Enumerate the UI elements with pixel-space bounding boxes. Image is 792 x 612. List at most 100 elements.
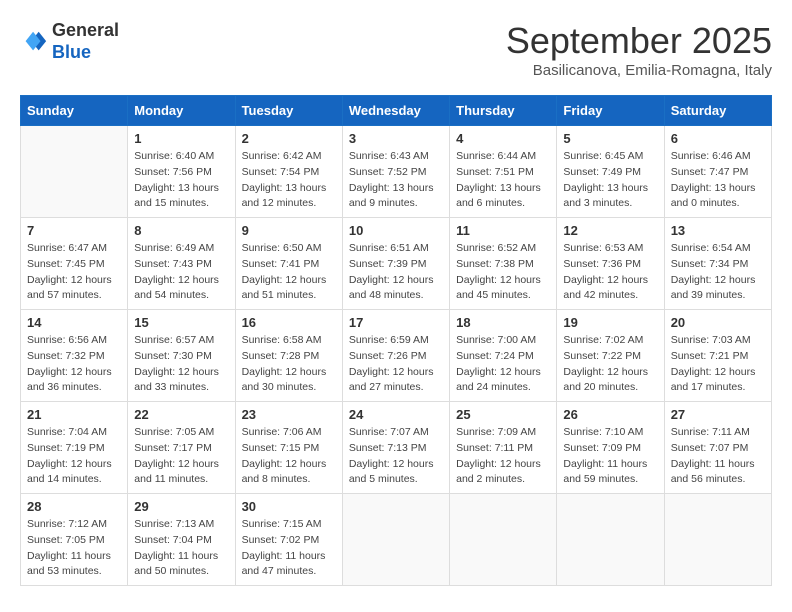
calendar-cell: 17 Sunrise: 6:59 AMSunset: 7:26 PMDayligh… [342, 310, 449, 402]
calendar-cell: 26 Sunrise: 7:10 AMSunset: 7:09 PMDayligh… [557, 402, 664, 494]
calendar-cell: 13 Sunrise: 6:54 AMSunset: 7:34 PMDayligh… [664, 218, 771, 310]
day-number: 27 [671, 407, 765, 422]
logo-blue: Blue [52, 42, 119, 64]
day-number: 8 [134, 223, 228, 238]
day-number: 10 [349, 223, 443, 238]
calendar-cell: 9Sunrise: 6:50 AMSunset: 7:41 PMDaylight… [235, 218, 342, 310]
month-title: September 2025 [506, 20, 772, 62]
day-info: Sunrise: 7:09 AMSunset: 7:11 PMDaylight:… [456, 425, 550, 488]
calendar-cell [557, 494, 664, 586]
day-number: 5 [563, 131, 657, 146]
day-info: Sunrise: 7:07 AMSunset: 7:13 PMDaylight:… [349, 425, 443, 488]
day-info: Sunrise: 6:59 AMSunset: 7:26 PMDaylight:… [349, 333, 443, 396]
day-info: Sunrise: 6:53 AMSunset: 7:36 PMDaylight:… [563, 241, 657, 304]
week-row-5: 28 Sunrise: 7:12 AMSunset: 7:05 PMDayligh… [21, 494, 772, 586]
day-number: 4 [456, 131, 550, 146]
day-number: 21 [27, 407, 121, 422]
day-number: 20 [671, 315, 765, 330]
day-info: Sunrise: 7:11 AMSunset: 7:07 PMDaylight:… [671, 425, 765, 488]
calendar-cell: 14 Sunrise: 6:56 AMSunset: 7:32 PMDayligh… [21, 310, 128, 402]
day-number: 17 [349, 315, 443, 330]
day-info: Sunrise: 6:56 AMSunset: 7:32 PMDaylight:… [27, 333, 121, 396]
day-number: 25 [456, 407, 550, 422]
day-info: Sunrise: 7:12 AMSunset: 7:05 PMDaylight:… [27, 517, 121, 580]
logo-general: General [52, 20, 119, 42]
calendar-cell: 12Sunrise: 6:53 AMSunset: 7:36 PMDayligh… [557, 218, 664, 310]
calendar-cell: 5Sunrise: 6:45 AMSunset: 7:49 PMDaylight… [557, 126, 664, 218]
day-number: 14 [27, 315, 121, 330]
day-header-thursday: Thursday [450, 96, 557, 126]
day-info: Sunrise: 6:46 AMSunset: 7:47 PMDaylight:… [671, 149, 765, 212]
day-number: 13 [671, 223, 765, 238]
day-info: Sunrise: 7:05 AMSunset: 7:17 PMDaylight:… [134, 425, 228, 488]
calendar-cell: 20 Sunrise: 7:03 AMSunset: 7:21 PMDayligh… [664, 310, 771, 402]
calendar-cell: 23 Sunrise: 7:06 AMSunset: 7:15 PMDayligh… [235, 402, 342, 494]
day-info: Sunrise: 6:43 AMSunset: 7:52 PMDaylight:… [349, 149, 443, 212]
calendar-header-row: SundayMondayTuesdayWednesdayThursdayFrid… [21, 96, 772, 126]
day-number: 18 [456, 315, 550, 330]
day-header-saturday: Saturday [664, 96, 771, 126]
calendar-cell: 16 Sunrise: 6:58 AMSunset: 7:28 PMDayligh… [235, 310, 342, 402]
day-number: 11 [456, 223, 550, 238]
calendar-cell [450, 494, 557, 586]
day-number: 23 [242, 407, 336, 422]
day-header-tuesday: Tuesday [235, 96, 342, 126]
day-info: Sunrise: 6:51 AMSunset: 7:39 PMDaylight:… [349, 241, 443, 304]
calendar-table: SundayMondayTuesdayWednesdayThursdayFrid… [20, 95, 772, 586]
day-info: Sunrise: 6:58 AMSunset: 7:28 PMDaylight:… [242, 333, 336, 396]
calendar-cell [664, 494, 771, 586]
day-number: 1 [134, 131, 228, 146]
day-number: 7 [27, 223, 121, 238]
day-info: Sunrise: 6:54 AMSunset: 7:34 PMDaylight:… [671, 241, 765, 304]
calendar-cell: 24Sunrise: 7:07 AMSunset: 7:13 PMDayligh… [342, 402, 449, 494]
day-number: 26 [563, 407, 657, 422]
title-block: September 2025 Basilicanova, Emilia-Roma… [506, 20, 772, 79]
day-info: Sunrise: 7:15 AMSunset: 7:02 PMDaylight:… [242, 517, 336, 580]
day-number: 28 [27, 499, 121, 514]
day-header-wednesday: Wednesday [342, 96, 449, 126]
day-info: Sunrise: 7:04 AMSunset: 7:19 PMDaylight:… [27, 425, 121, 488]
day-number: 9 [242, 223, 336, 238]
calendar-cell: 30 Sunrise: 7:15 AMSunset: 7:02 PMDayligh… [235, 494, 342, 586]
logo: General Blue [20, 20, 119, 63]
day-number: 22 [134, 407, 228, 422]
day-info: Sunrise: 7:03 AMSunset: 7:21 PMDaylight:… [671, 333, 765, 396]
calendar-cell: 7 Sunrise: 6:47 AMSunset: 7:45 PMDaylight… [21, 218, 128, 310]
day-header-sunday: Sunday [21, 96, 128, 126]
day-number: 2 [242, 131, 336, 146]
day-number: 3 [349, 131, 443, 146]
day-header-friday: Friday [557, 96, 664, 126]
calendar-cell: 25 Sunrise: 7:09 AMSunset: 7:11 PMDayligh… [450, 402, 557, 494]
calendar-cell [21, 126, 128, 218]
page-header: General Blue September 2025 Basilicanova… [20, 20, 772, 79]
calendar-cell: 11 Sunrise: 6:52 AMSunset: 7:38 PMDayligh… [450, 218, 557, 310]
week-row-4: 21 Sunrise: 7:04 AMSunset: 7:19 PMDayligh… [21, 402, 772, 494]
day-number: 19 [563, 315, 657, 330]
day-info: Sunrise: 6:42 AMSunset: 7:54 PMDaylight:… [242, 149, 336, 212]
day-info: Sunrise: 7:06 AMSunset: 7:15 PMDaylight:… [242, 425, 336, 488]
calendar-cell: 29 Sunrise: 7:13 AMSunset: 7:04 PMDayligh… [128, 494, 235, 586]
day-info: Sunrise: 7:13 AMSunset: 7:04 PMDaylight:… [134, 517, 228, 580]
location-subtitle: Basilicanova, Emilia-Romagna, Italy [506, 62, 772, 79]
calendar-cell: 8 Sunrise: 6:49 AMSunset: 7:43 PMDaylight… [128, 218, 235, 310]
calendar-cell: 28 Sunrise: 7:12 AMSunset: 7:05 PMDayligh… [21, 494, 128, 586]
calendar-cell: 15 Sunrise: 6:57 AMSunset: 7:30 PMDayligh… [128, 310, 235, 402]
day-number: 16 [242, 315, 336, 330]
calendar-cell: 10 Sunrise: 6:51 AMSunset: 7:39 PMDayligh… [342, 218, 449, 310]
day-info: Sunrise: 6:57 AMSunset: 7:30 PMDaylight:… [134, 333, 228, 396]
day-info: Sunrise: 7:10 AMSunset: 7:09 PMDaylight:… [563, 425, 657, 488]
calendar-cell: 18Sunrise: 7:00 AMSunset: 7:24 PMDayligh… [450, 310, 557, 402]
calendar-cell: 21 Sunrise: 7:04 AMSunset: 7:19 PMDayligh… [21, 402, 128, 494]
calendar-cell: 3 Sunrise: 6:43 AMSunset: 7:52 PMDaylight… [342, 126, 449, 218]
calendar-cell: 19Sunrise: 7:02 AMSunset: 7:22 PMDayligh… [557, 310, 664, 402]
day-number: 15 [134, 315, 228, 330]
day-info: Sunrise: 6:52 AMSunset: 7:38 PMDaylight:… [456, 241, 550, 304]
calendar-cell: 6Sunrise: 6:46 AMSunset: 7:47 PMDaylight… [664, 126, 771, 218]
calendar-cell [342, 494, 449, 586]
day-info: Sunrise: 6:47 AMSunset: 7:45 PMDaylight:… [27, 241, 121, 304]
day-number: 30 [242, 499, 336, 514]
day-info: Sunrise: 6:40 AMSunset: 7:56 PMDaylight:… [134, 149, 228, 212]
day-info: Sunrise: 6:49 AMSunset: 7:43 PMDaylight:… [134, 241, 228, 304]
day-number: 29 [134, 499, 228, 514]
week-row-1: 1 Sunrise: 6:40 AMSunset: 7:56 PMDaylight… [21, 126, 772, 218]
